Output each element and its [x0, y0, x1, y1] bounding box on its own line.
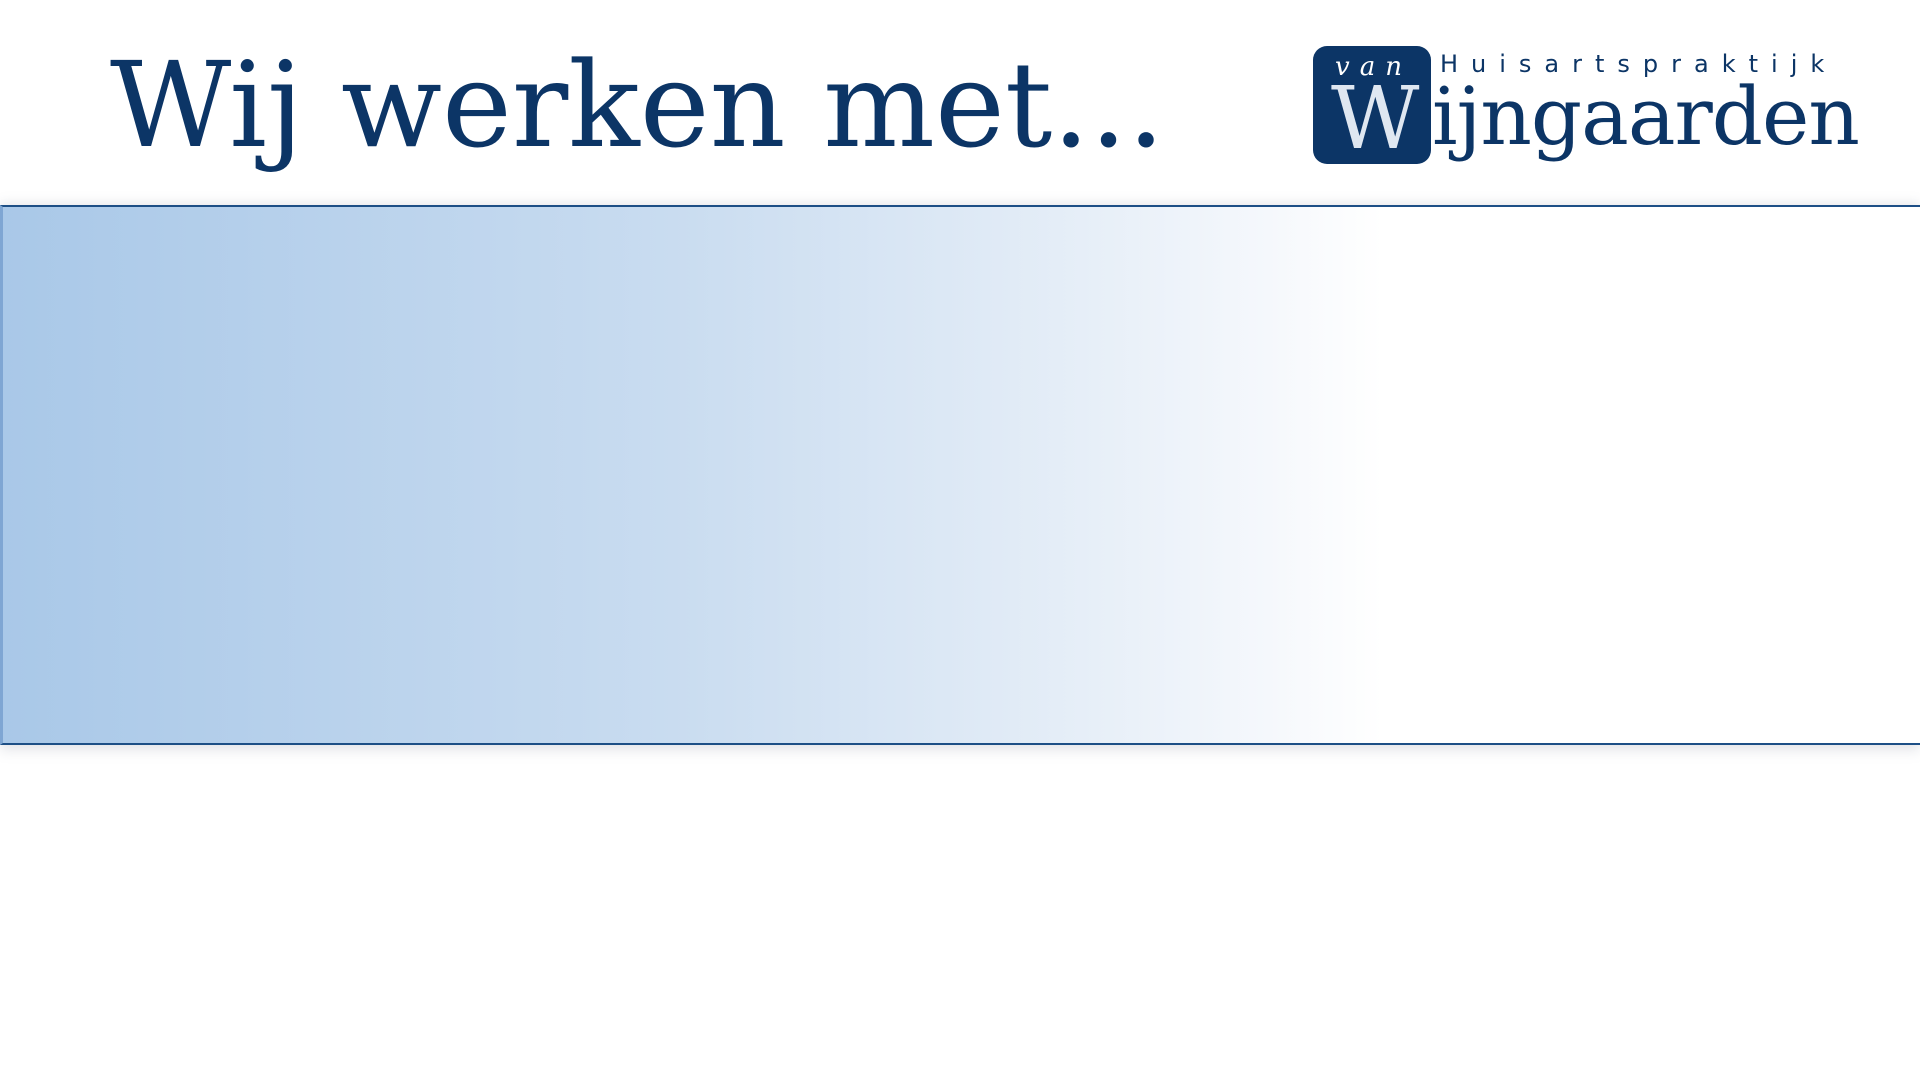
logo-badge: van W — [1313, 46, 1431, 164]
content-banner — [0, 205, 1920, 745]
logo-initial: W — [1331, 69, 1420, 169]
slide: Wij werken met... van W Huisartspraktijk… — [0, 0, 1920, 1080]
slide-title: Wij werken met... — [110, 36, 1165, 174]
practice-logo: van W Huisartspraktijk ijngaarden — [1310, 40, 1860, 175]
logo-name: ijngaarden — [1432, 70, 1860, 163]
